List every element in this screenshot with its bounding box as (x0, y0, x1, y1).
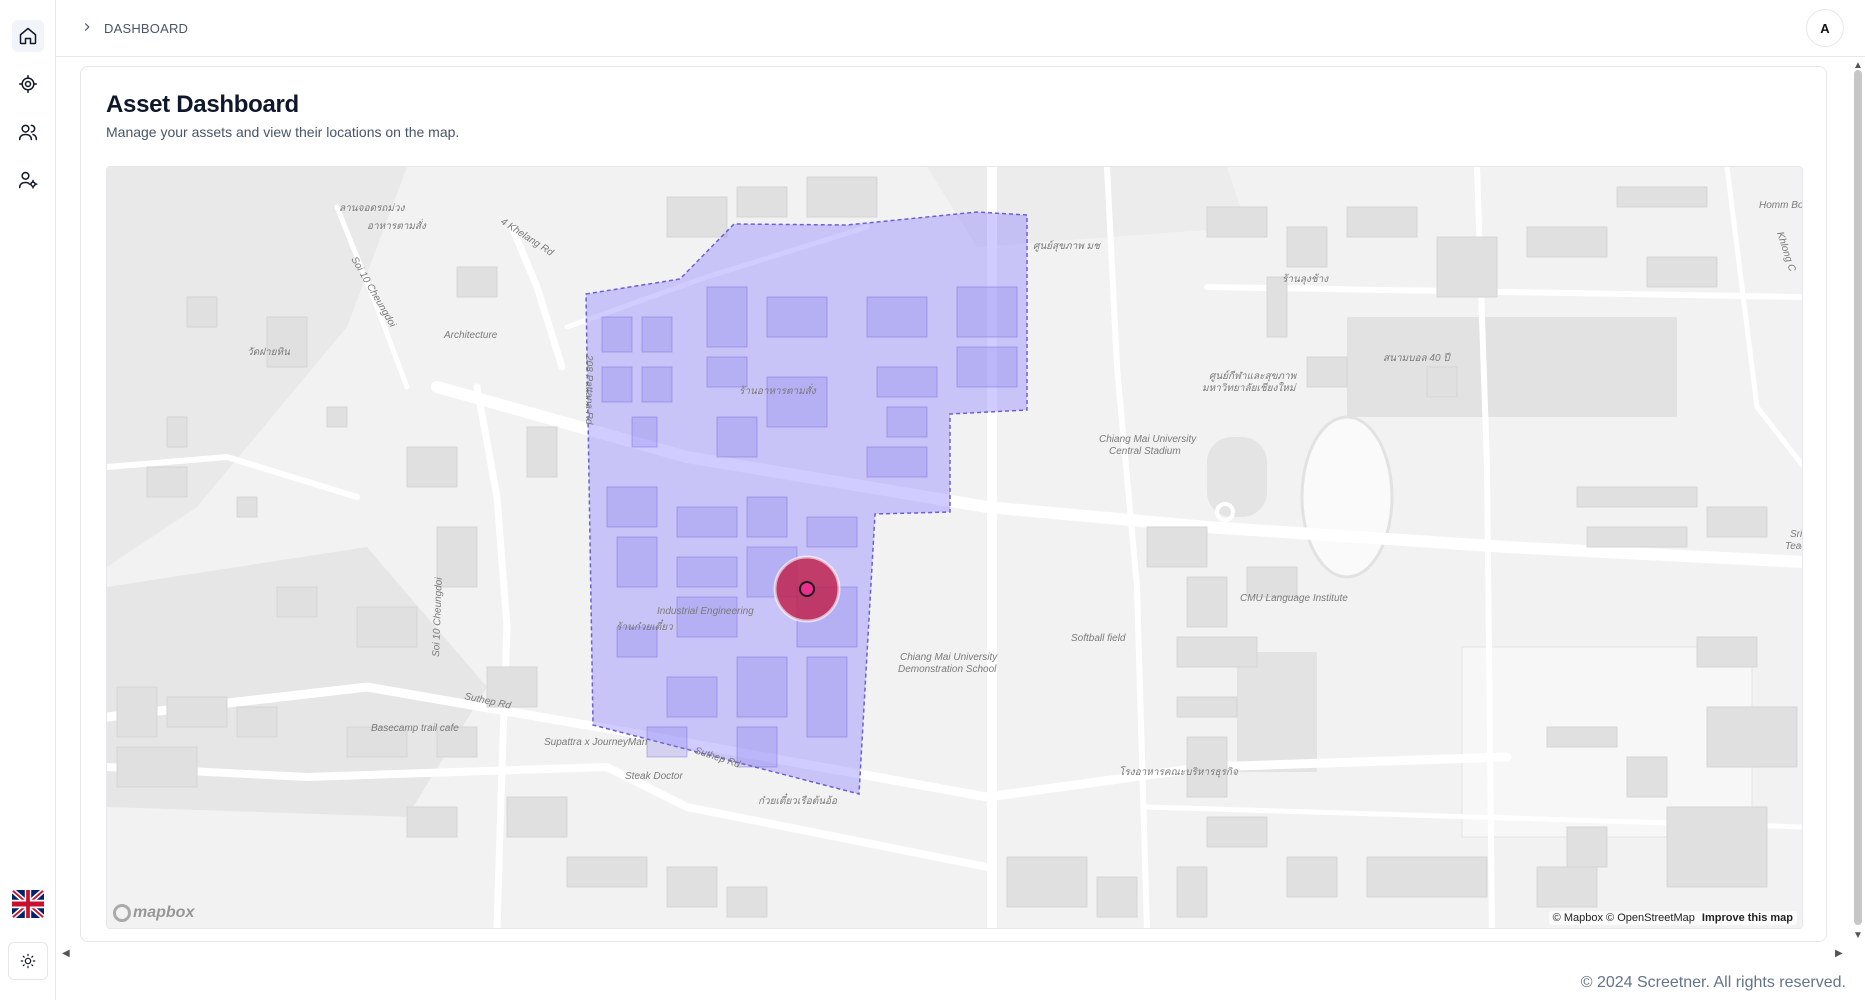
improve-map-link[interactable]: Improve this map (1702, 912, 1793, 924)
map-label: โรงอาหารคณะบริหารธุรกิจ (1119, 766, 1239, 778)
map-label: Supattra x JourneyMan (544, 737, 648, 748)
map-label: 208 Pattana Rd (583, 354, 594, 425)
mapbox-logo-text: mapbox (133, 904, 195, 921)
map-label: CMU Language Institute (1240, 593, 1348, 604)
vertical-scrollbar[interactable]: ▲ ▼ (1851, 60, 1865, 943)
map-label: Central Stadium (1109, 446, 1181, 457)
chevron-right-icon (80, 20, 94, 34)
theme-toggle-button[interactable] (8, 942, 48, 980)
page-title: Asset Dashboard (106, 91, 299, 118)
map-label: Chiang Mai University (900, 652, 998, 663)
sidebar (0, 0, 56, 1000)
map-label: Homm Bo (1759, 200, 1803, 211)
nav-home[interactable] (12, 20, 44, 52)
language-flag-uk[interactable] (12, 890, 44, 918)
scrollbar-thumb[interactable] (1854, 70, 1862, 925)
footer-copyright: © 2024 Screetner. All rights reserved. (1580, 974, 1846, 991)
map-label: วัดฝายหิน (247, 346, 291, 358)
map-label: Teac (1785, 541, 1803, 552)
mapbox-logo-icon (113, 904, 131, 922)
map-label: Sri (1790, 529, 1803, 540)
map-label: Chiang Mai University (1099, 434, 1197, 445)
scroll-left-arrow-icon[interactable]: ◀ (62, 948, 70, 959)
user-cog-icon (18, 171, 38, 189)
map-label: Industrial Engineering (657, 606, 754, 617)
map-label: ร้านอาหารตามสั่ง (739, 383, 817, 397)
map-label: อาหารตามสั่ง (367, 218, 427, 232)
attribution-mapbox-link[interactable]: © Mapbox (1553, 912, 1603, 924)
map-label: Architecture (443, 330, 498, 341)
uk-flag-icon (12, 890, 44, 918)
map-label: Softball field (1071, 633, 1126, 644)
map-label: ร้านลุงช้าง (1282, 273, 1329, 285)
breadcrumb[interactable]: DASHBOARD (104, 21, 188, 36)
map-label: มหาวิทยาลัยเชียงใหม่ (1202, 382, 1297, 394)
attribution-osm-link[interactable]: © OpenStreetMap (1606, 912, 1695, 924)
dashboard-card: Asset Dashboard Manage your assets and v… (80, 66, 1827, 942)
mapbox-logo[interactable]: mapbox (113, 904, 194, 922)
page-subtitle: Manage your assets and view their locati… (106, 124, 460, 140)
map-label: ศูนย์กีฬาและสุขภาพ (1209, 370, 1298, 382)
nav-locate[interactable] (12, 68, 44, 100)
nav-user-settings[interactable] (12, 164, 44, 196)
map-view[interactable]: ลานจอดรถม่วง อาหารตามสั่ง 4 Khelang Rd S… (106, 166, 1803, 929)
map-label: Steak Doctor (625, 771, 683, 782)
asset-marker[interactable] (799, 581, 815, 597)
avatar[interactable]: A (1806, 9, 1844, 47)
scroll-right-arrow-icon[interactable]: ▶ (1835, 948, 1843, 959)
home-icon (19, 27, 37, 45)
map-attribution: © Mapbox © OpenStreetMap Improve this ma… (1548, 911, 1797, 925)
map-canvas[interactable]: ลานจอดรถม่วง อาหารตามสั่ง 4 Khelang Rd S… (107, 167, 1803, 929)
nav-users[interactable] (12, 116, 44, 148)
map-label: สนามบอล 40 ปี (1383, 352, 1451, 364)
map-label: ศูนย์สุขภาพ มช (1033, 240, 1101, 252)
horizontal-scrollbar[interactable]: ◀ ▶ (56, 948, 1851, 962)
sun-icon (20, 953, 36, 969)
scroll-down-arrow-icon[interactable]: ▼ (1853, 930, 1863, 941)
map-label: ลานจอดรถม่วง (339, 203, 406, 214)
map-label: Demonstration School (898, 664, 997, 675)
map-label: Basecamp trail cafe (371, 723, 459, 734)
crosshair-icon (18, 74, 38, 94)
topbar: DASHBOARD A (56, 0, 1865, 57)
users-icon (18, 124, 38, 141)
